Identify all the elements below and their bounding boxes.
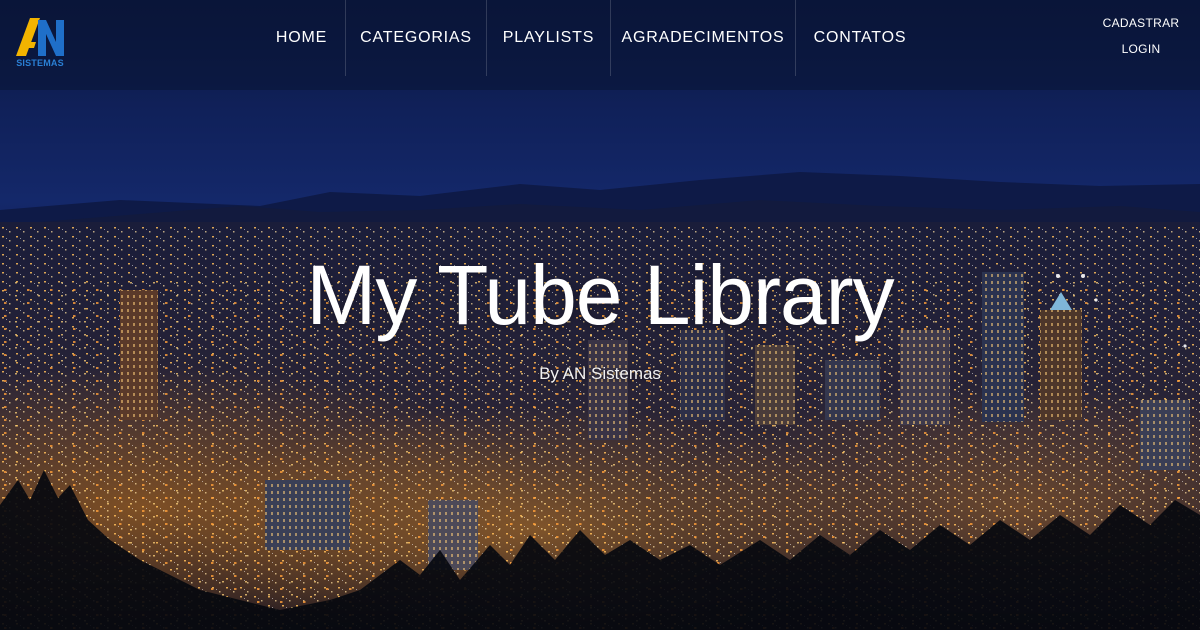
main-nav: HOME CATEGORIAS PLAYLISTS AGRADECIMENTOS… xyxy=(258,0,924,76)
nav-item-categorias[interactable]: CATEGORIAS xyxy=(346,0,487,76)
an-logo-icon xyxy=(16,18,64,56)
auth-links: CADASTRAR LOGIN xyxy=(1096,10,1186,62)
brand-logo[interactable]: SISTEMAS xyxy=(14,12,66,70)
logo-caption: SISTEMAS xyxy=(16,58,64,68)
hero-title: My Tube Library xyxy=(306,248,894,342)
register-link[interactable]: CADASTRAR xyxy=(1096,10,1186,36)
nav-item-playlists[interactable]: PLAYLISTS xyxy=(487,0,611,76)
nav-item-contatos[interactable]: CONTATOS xyxy=(796,0,924,76)
nav-item-home[interactable]: HOME xyxy=(258,0,346,76)
hero-subtitle: By AN Sistemas xyxy=(539,364,661,383)
nav-item-agradecimentos[interactable]: AGRADECIMENTOS xyxy=(611,0,796,76)
hero-section: SISTEMAS HOME CATEGORIAS PLAYLISTS AGRAD… xyxy=(0,0,1200,630)
login-link[interactable]: LOGIN xyxy=(1096,36,1186,62)
site-header: SISTEMAS HOME CATEGORIAS PLAYLISTS AGRAD… xyxy=(0,0,1200,76)
